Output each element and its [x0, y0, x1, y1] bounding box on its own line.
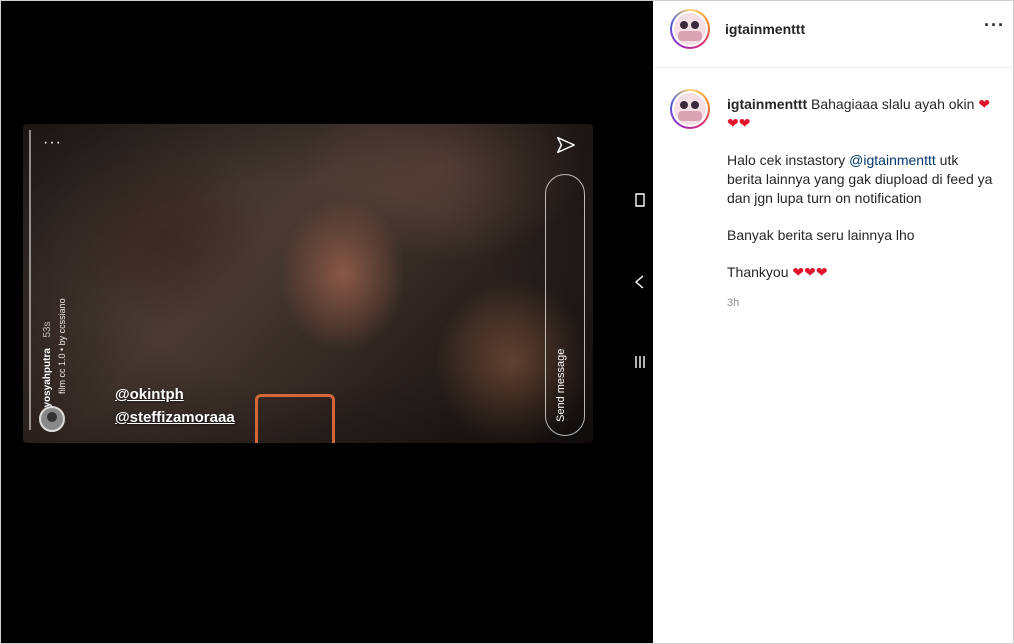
home-icon — [634, 275, 644, 289]
caption-line1: igtainmenttt Bahagiaaa slalu ayah okin ❤… — [727, 95, 995, 133]
post-header: igtainmenttt ··· — [653, 1, 1013, 68]
mention-tag: @steffizamoraaa — [115, 409, 235, 426]
caption-paragraph: Thankyou ❤❤❤ — [727, 264, 828, 280]
send-icon — [557, 136, 575, 154]
story-music: film cc 1.0 • by ccssiano — [57, 298, 67, 394]
more-options-button[interactable]: ··· — [984, 15, 1005, 36]
post-time[interactable]: 3h — [727, 294, 995, 313]
caption-paragraph: Halo cek instastory @igtainmenttt utk be… — [727, 152, 993, 206]
story-more-icon: ··· — [43, 134, 62, 151]
media-area: ··· mayosyahputra 53s film cc 1.0 • by c… — [1, 1, 653, 643]
caption-text: Bahagiaaa slalu ayah okin — [811, 96, 975, 112]
caption-avatar[interactable] — [670, 89, 710, 129]
story-progress-bar — [29, 130, 31, 430]
heart-icon: ❤❤❤ — [792, 264, 828, 280]
menu-lines-icon — [635, 356, 645, 368]
recent-apps-icon — [635, 193, 645, 207]
post-modal: ··· mayosyahputra 53s film cc 1.0 • by c… — [0, 0, 1014, 644]
mention-tag: @okintph — [115, 386, 184, 403]
send-message-label: Send message — [555, 348, 567, 422]
caption-body: igtainmenttt Bahagiaaa slalu ayah okin ❤… — [727, 95, 995, 313]
caption-username[interactable]: igtainmenttt — [727, 96, 807, 112]
mention-link[interactable]: @igtainmenttt — [849, 152, 936, 168]
story-screenshot: ··· mayosyahputra 53s film cc 1.0 • by c… — [23, 124, 593, 443]
story-avatar — [39, 406, 65, 432]
caption-paragraph: Banyak berita seru lainnya lho — [727, 227, 915, 243]
header-username[interactable]: igtainmenttt — [725, 21, 805, 37]
post-side-panel: igtainmenttt ··· igtainmenttt Bahagiaaa … — [653, 1, 1013, 643]
header-avatar[interactable] — [670, 9, 710, 49]
phone-glow — [255, 394, 335, 443]
story-time: 53s — [42, 321, 53, 338]
